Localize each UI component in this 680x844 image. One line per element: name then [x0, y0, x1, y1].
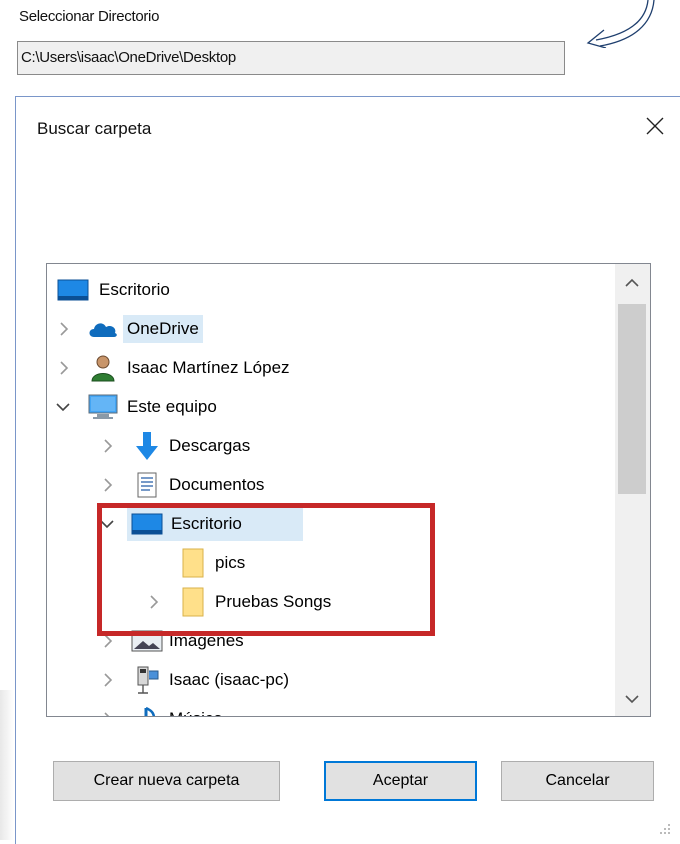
chevron-right-icon[interactable] — [57, 322, 71, 336]
music-note-icon — [131, 703, 163, 716]
directory-path-field[interactable]: C:\Users\isaac\OneDrive\Desktop — [17, 41, 565, 75]
tree-item-label: Música — [165, 705, 227, 716]
tree-item-documentos[interactable]: Documentos — [47, 466, 607, 504]
curved-arrow-icon — [586, 0, 655, 48]
tree-item-label: OneDrive — [123, 315, 203, 343]
accept-button[interactable]: Aceptar — [324, 761, 477, 801]
background-window-edge — [0, 690, 14, 840]
tree-item-descargas[interactable]: Descargas — [47, 427, 607, 465]
tree-item-label: Documentos — [169, 475, 265, 494]
download-arrow-icon — [131, 430, 163, 462]
tree-item-musica[interactable]: Música — [47, 700, 607, 716]
chevron-right-icon[interactable] — [101, 478, 115, 492]
new-folder-button[interactable]: Crear nueva carpeta — [53, 761, 280, 801]
annotation-highlight-box — [97, 503, 435, 636]
scroll-down-button[interactable] — [618, 684, 646, 714]
tree-item-label: Este equipo — [127, 397, 217, 416]
tree-item-label: Isaac Martínez López — [127, 358, 290, 377]
tree-item-label: Descargas — [169, 436, 251, 455]
tree-item-onedrive[interactable]: OneDrive — [47, 310, 607, 348]
user-icon — [87, 352, 119, 384]
resize-grip-icon[interactable] — [654, 820, 674, 840]
tree-item-user[interactable]: Isaac Martínez López — [47, 349, 607, 387]
network-drive-icon — [131, 664, 163, 696]
cancel-button[interactable]: Cancelar — [501, 761, 654, 801]
chevron-right-icon[interactable] — [101, 673, 115, 687]
chevron-right-icon[interactable] — [101, 712, 115, 716]
desktop-icon — [57, 274, 89, 306]
scrollbar-thumb[interactable] — [618, 304, 646, 494]
tree-item-escritorio-root[interactable]: Escritorio — [47, 271, 607, 309]
chevron-down-icon — [625, 695, 639, 704]
cloud-icon — [87, 313, 119, 345]
dialog-title: Buscar carpeta — [37, 119, 152, 138]
chevron-up-icon — [625, 278, 639, 287]
tree-item-label: Isaac (isaac-pc) — [169, 670, 289, 689]
browse-folder-dialog: Buscar carpeta Escritorio OneDrive Isaac… — [15, 96, 680, 844]
chevron-right-icon[interactable] — [57, 361, 71, 375]
close-button[interactable] — [638, 111, 672, 141]
tree-item-label: Escritorio — [99, 280, 170, 299]
computer-icon — [87, 391, 119, 423]
chevron-down-icon[interactable] — [56, 400, 70, 414]
document-icon — [131, 469, 163, 501]
tree-item-network-drive[interactable]: Isaac (isaac-pc) — [47, 661, 607, 699]
tree-item-este-equipo[interactable]: Este equipo — [47, 388, 607, 426]
select-directory-label: Seleccionar Directorio — [19, 8, 160, 25]
chevron-right-icon[interactable] — [101, 634, 115, 648]
folder-tree[interactable]: Escritorio OneDrive Isaac Martínez López — [46, 263, 651, 717]
close-icon — [646, 117, 664, 135]
scroll-up-button[interactable] — [618, 268, 646, 298]
chevron-right-icon[interactable] — [101, 439, 115, 453]
